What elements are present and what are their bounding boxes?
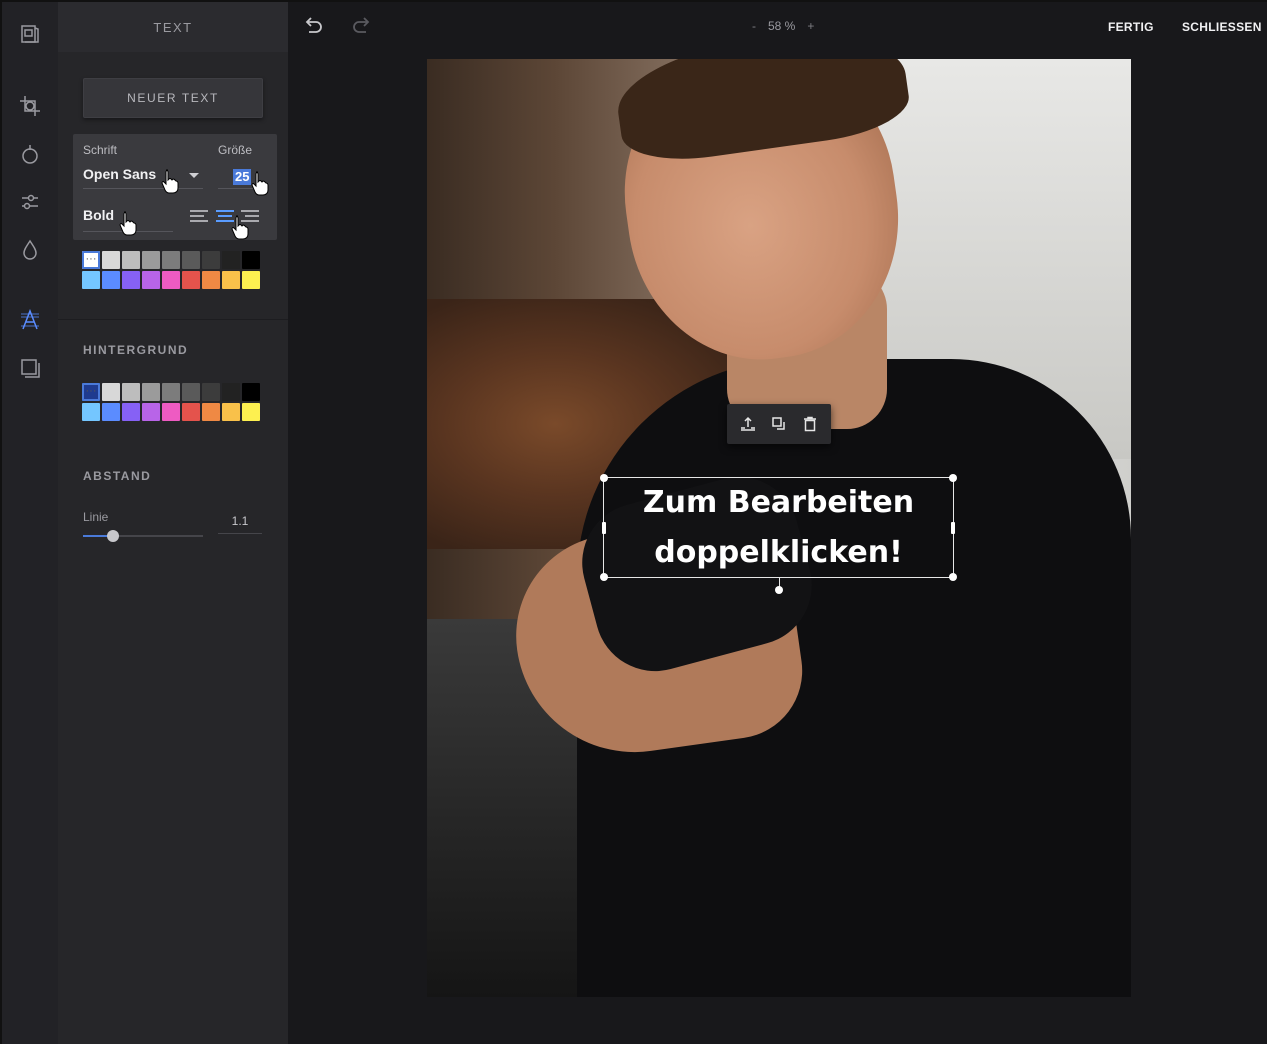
color-swatch[interactable] <box>162 403 180 421</box>
text-tool-icon[interactable] <box>16 306 44 334</box>
background-section-title: HINTERGRUND <box>83 343 189 357</box>
resize-handle-top-right[interactable] <box>949 474 957 482</box>
color-swatch[interactable] <box>142 383 160 401</box>
crop-tool-icon[interactable] <box>16 92 44 120</box>
font-select-underline <box>83 188 203 189</box>
color-swatch[interactable] <box>202 271 220 289</box>
tool-rail <box>2 2 58 1044</box>
resize-handle-bottom-left[interactable] <box>600 573 608 581</box>
color-swatch[interactable] <box>202 403 220 421</box>
color-swatch[interactable] <box>242 403 260 421</box>
align-center-button[interactable] <box>216 210 234 224</box>
color-swatch[interactable] <box>242 383 260 401</box>
adjust-tool-icon[interactable] <box>16 188 44 216</box>
undo-icon[interactable] <box>302 15 324 37</box>
font-settings-box: Schrift Open Sans Größe 25 Bold <box>73 134 277 240</box>
color-swatch[interactable] <box>102 251 120 269</box>
color-swatch[interactable] <box>142 271 160 289</box>
top-bar: -58 % + FERTIG SCHLIESSEN <box>288 2 1267 52</box>
color-swatch[interactable] <box>82 251 100 269</box>
focus-tool-icon[interactable] <box>16 236 44 264</box>
color-swatch[interactable] <box>222 271 240 289</box>
chevron-down-icon[interactable] <box>189 173 199 178</box>
canvas-area: Zum Bearbeiten doppelklicken! <box>288 52 1267 1044</box>
resize-handle-left[interactable] <box>602 521 606 534</box>
spacing-section-title: ABSTAND <box>83 469 152 483</box>
panel-title: TEXT <box>58 2 288 52</box>
font-label: Schrift <box>83 143 118 157</box>
color-swatch[interactable] <box>242 251 260 269</box>
align-right-button[interactable] <box>241 210 259 224</box>
duplicate-icon[interactable] <box>769 414 789 434</box>
text-line-1: Zum Bearbeiten <box>642 484 915 520</box>
color-swatch[interactable] <box>102 383 120 401</box>
resize-handle-bottom-right[interactable] <box>949 573 957 581</box>
color-swatch[interactable] <box>82 403 100 421</box>
line-height-label: Linie <box>83 510 109 524</box>
frame-tool-icon[interactable] <box>16 354 44 382</box>
bring-to-front-icon[interactable] <box>738 414 758 434</box>
color-swatch[interactable] <box>122 251 140 269</box>
photo-editor-app: TEXT NEUER TEXT Schrift Open Sans Größe … <box>0 0 1267 1044</box>
close-button[interactable]: SCHLIESSEN <box>1182 20 1262 34</box>
rotate-handle[interactable] <box>775 586 783 594</box>
font-weight-select[interactable]: Bold <box>83 207 114 223</box>
color-swatch[interactable] <box>162 251 180 269</box>
color-swatch[interactable] <box>82 271 100 289</box>
color-swatch[interactable] <box>122 271 140 289</box>
color-swatch[interactable] <box>102 271 120 289</box>
line-height-value-underline <box>218 533 262 534</box>
color-swatch[interactable] <box>142 251 160 269</box>
text-object-toolbar <box>727 404 831 444</box>
color-swatch[interactable] <box>182 403 200 421</box>
size-input[interactable]: 25 <box>233 169 252 185</box>
line-height-slider[interactable] <box>83 530 203 542</box>
resize-handle-top-left[interactable] <box>600 474 608 482</box>
font-select[interactable]: Open Sans <box>83 166 156 182</box>
color-swatch[interactable] <box>82 383 100 401</box>
text-tool-panel: TEXT NEUER TEXT Schrift Open Sans Größe … <box>58 2 288 1044</box>
color-swatch[interactable] <box>222 251 240 269</box>
panel-divider <box>58 319 288 320</box>
new-text-button[interactable]: NEUER TEXT <box>83 78 263 118</box>
color-swatch[interactable] <box>142 403 160 421</box>
background-color-swatches <box>82 383 260 421</box>
size-label: Größe <box>218 143 253 157</box>
line-height-value[interactable]: 1.1 <box>218 514 262 528</box>
zoom-level: 58 % <box>768 19 796 33</box>
color-swatch[interactable] <box>162 383 180 401</box>
color-swatch[interactable] <box>162 271 180 289</box>
color-swatch[interactable] <box>202 383 220 401</box>
color-swatch[interactable] <box>242 271 260 289</box>
zoom-in-button[interactable]: + <box>807 19 814 33</box>
align-left-button[interactable] <box>190 210 208 224</box>
filter-tool-icon[interactable] <box>16 140 44 168</box>
color-swatch[interactable] <box>182 383 200 401</box>
text-line-2: doppelklicken! <box>654 534 903 570</box>
color-swatch[interactable] <box>102 403 120 421</box>
text-color-swatches <box>82 251 260 289</box>
color-swatch[interactable] <box>182 251 200 269</box>
resize-handle-right[interactable] <box>951 521 955 534</box>
color-swatch[interactable] <box>182 271 200 289</box>
zoom-control: -58 % + <box>746 19 820 33</box>
font-weight-underline <box>83 231 173 232</box>
text-object[interactable]: Zum Bearbeiten doppelklicken! <box>600 474 957 594</box>
color-swatch[interactable] <box>222 383 240 401</box>
slider-knob[interactable] <box>107 530 119 542</box>
color-swatch[interactable] <box>122 403 140 421</box>
image-tool-icon[interactable] <box>16 20 44 48</box>
color-swatch[interactable] <box>222 403 240 421</box>
redo-icon[interactable] <box>351 15 373 37</box>
color-swatch[interactable] <box>202 251 220 269</box>
done-button[interactable]: FERTIG <box>1108 20 1154 34</box>
size-input-underline <box>218 188 263 189</box>
text-object-content[interactable]: Zum Bearbeiten doppelklicken! <box>643 478 914 578</box>
delete-icon[interactable] <box>800 414 820 434</box>
color-swatch[interactable] <box>122 383 140 401</box>
zoom-out-button[interactable]: - <box>752 19 756 33</box>
